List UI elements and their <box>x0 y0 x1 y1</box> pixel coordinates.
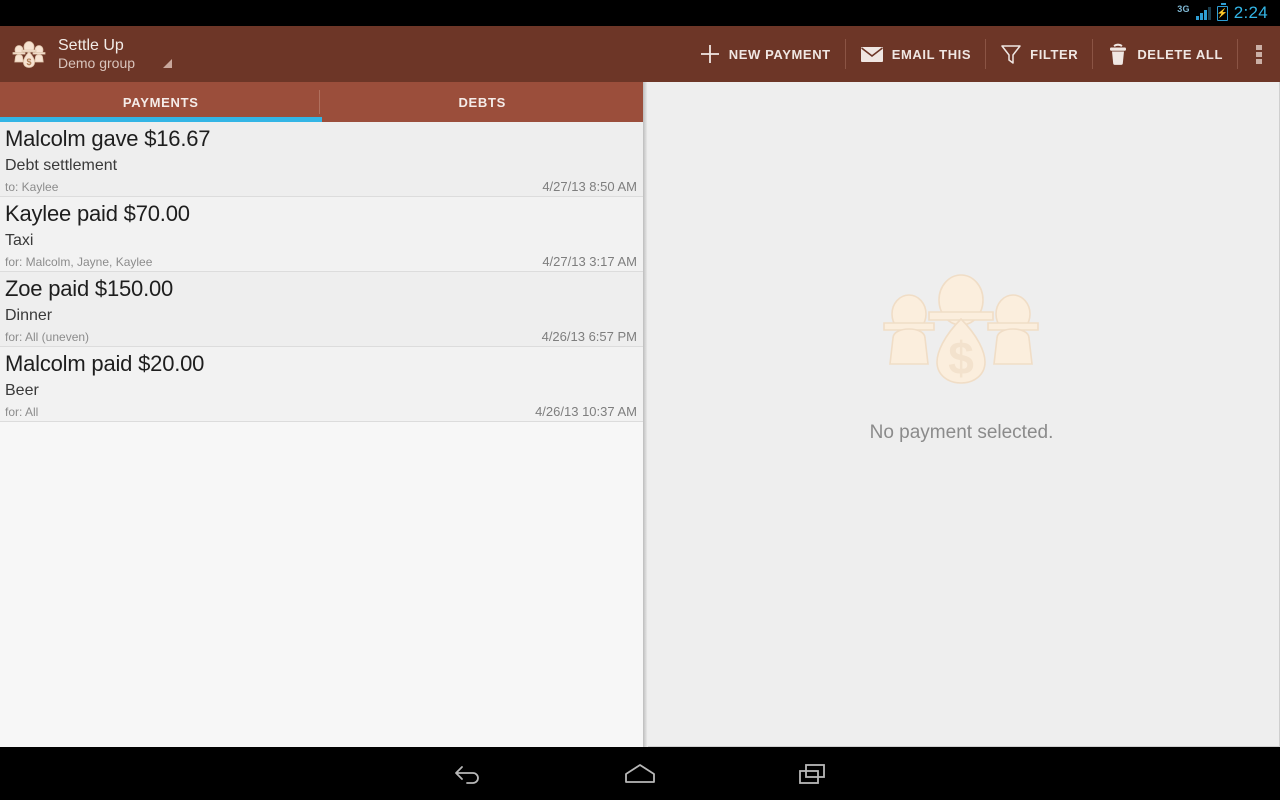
tab-debts-label: DEBTS <box>458 94 507 110</box>
system-navigation-bar <box>0 747 1280 800</box>
home-icon <box>625 763 655 783</box>
dropdown-triangle-icon[interactable] <box>163 59 173 68</box>
funnel-icon <box>1001 45 1021 64</box>
tab-payments[interactable]: PAYMENTS <box>0 82 322 122</box>
svg-text:$: $ <box>949 332 975 384</box>
email-this-label: EMAIL THIS <box>891 46 972 62</box>
payment-title: Kaylee paid $70.00 <box>5 201 190 226</box>
action-bar-buttons: NEW PAYMENT EMAIL THIS FILTER DELETE ALL <box>685 26 1280 82</box>
tab-payments-label: PAYMENTS <box>122 94 199 110</box>
filter-label: FILTER <box>1030 46 1079 62</box>
svg-text:$: $ <box>26 57 31 67</box>
payment-participants: for: All (uneven) <box>5 330 90 344</box>
payment-list-item[interactable]: Malcolm gave $16.67 Debt settlement to: … <box>0 122 643 197</box>
tab-divider <box>319 90 320 114</box>
settle-up-group-watermark-icon: $ <box>871 264 1051 394</box>
payment-participants: to: Kaylee <box>5 180 59 194</box>
payments-list[interactable]: Malcolm gave $16.67 Debt settlement to: … <box>0 122 643 747</box>
payment-date: 4/27/13 8:50 AM <box>542 179 637 194</box>
payment-title: Malcolm gave $16.67 <box>5 126 211 151</box>
payment-list-item[interactable]: Malcolm paid $20.00 Beer for: All 4/26/1… <box>0 347 643 422</box>
app-title: Settle Up <box>58 37 124 54</box>
payment-description: Taxi <box>5 232 34 249</box>
pane-divider <box>643 82 648 747</box>
battery-charging-icon: ⚡ <box>1217 2 1228 21</box>
status-bar: 3G ⚡ 2:24 <box>0 0 1280 26</box>
back-icon <box>455 765 479 784</box>
app-home-button[interactable]: $ Settle Up Demo group <box>0 36 173 72</box>
delete-all-label: DELETE ALL <box>1137 46 1223 62</box>
plus-icon <box>700 45 719 63</box>
payment-description: Beer <box>5 382 39 399</box>
payment-date: 4/26/13 6:57 PM <box>541 329 637 344</box>
network-type-label: 3G <box>1177 4 1190 14</box>
back-button[interactable] <box>446 756 490 792</box>
empty-state-label: No payment selected. <box>869 422 1054 443</box>
delete-all-button[interactable]: DELETE ALL <box>1093 26 1237 82</box>
payment-date: 4/26/13 10:37 AM <box>535 404 637 419</box>
clock-label: 2:24 <box>1233 3 1268 22</box>
new-payment-label: NEW PAYMENT <box>728 46 831 62</box>
tab-debts[interactable]: DEBTS <box>322 82 644 122</box>
overflow-menu-button[interactable] <box>1238 26 1280 82</box>
email-this-button[interactable]: EMAIL THIS <box>846 26 985 82</box>
payment-title: Malcolm paid $20.00 <box>5 351 205 376</box>
new-payment-button[interactable]: NEW PAYMENT <box>685 26 845 82</box>
payment-participants: for: All <box>5 405 39 419</box>
settle-up-group-logo-icon: $ <box>12 39 46 69</box>
signal-bars-icon <box>1195 6 1211 20</box>
payment-description: Dinner <box>5 307 53 324</box>
payment-description: Debt settlement <box>5 157 118 174</box>
payment-list-item[interactable]: Zoe paid $150.00 Dinner for: All (uneven… <box>0 272 643 347</box>
payment-date: 4/27/13 3:17 AM <box>542 254 637 269</box>
payment-detail-pane: $ No payment selected. <box>643 82 1280 747</box>
filter-button[interactable]: FILTER <box>986 26 1092 82</box>
home-button[interactable] <box>618 756 662 792</box>
trash-icon <box>1110 43 1127 65</box>
tab-bar: PAYMENTS DEBTS <box>0 82 643 122</box>
envelope-icon <box>860 47 883 62</box>
action-bar: $ Settle Up Demo group NEW PAYMENT EMAIL… <box>0 26 1280 82</box>
payment-participants: for: Malcolm, Jayne, Kaylee <box>5 255 153 269</box>
recents-icon <box>799 763 825 784</box>
overflow-menu-icon <box>1256 45 1262 64</box>
payment-title: Zoe paid $150.00 <box>5 276 174 301</box>
payment-list-item[interactable]: Kaylee paid $70.00 Taxi for: Malcolm, Ja… <box>0 197 643 272</box>
recents-button[interactable] <box>790 756 834 792</box>
group-name-label: Demo group <box>58 55 136 71</box>
